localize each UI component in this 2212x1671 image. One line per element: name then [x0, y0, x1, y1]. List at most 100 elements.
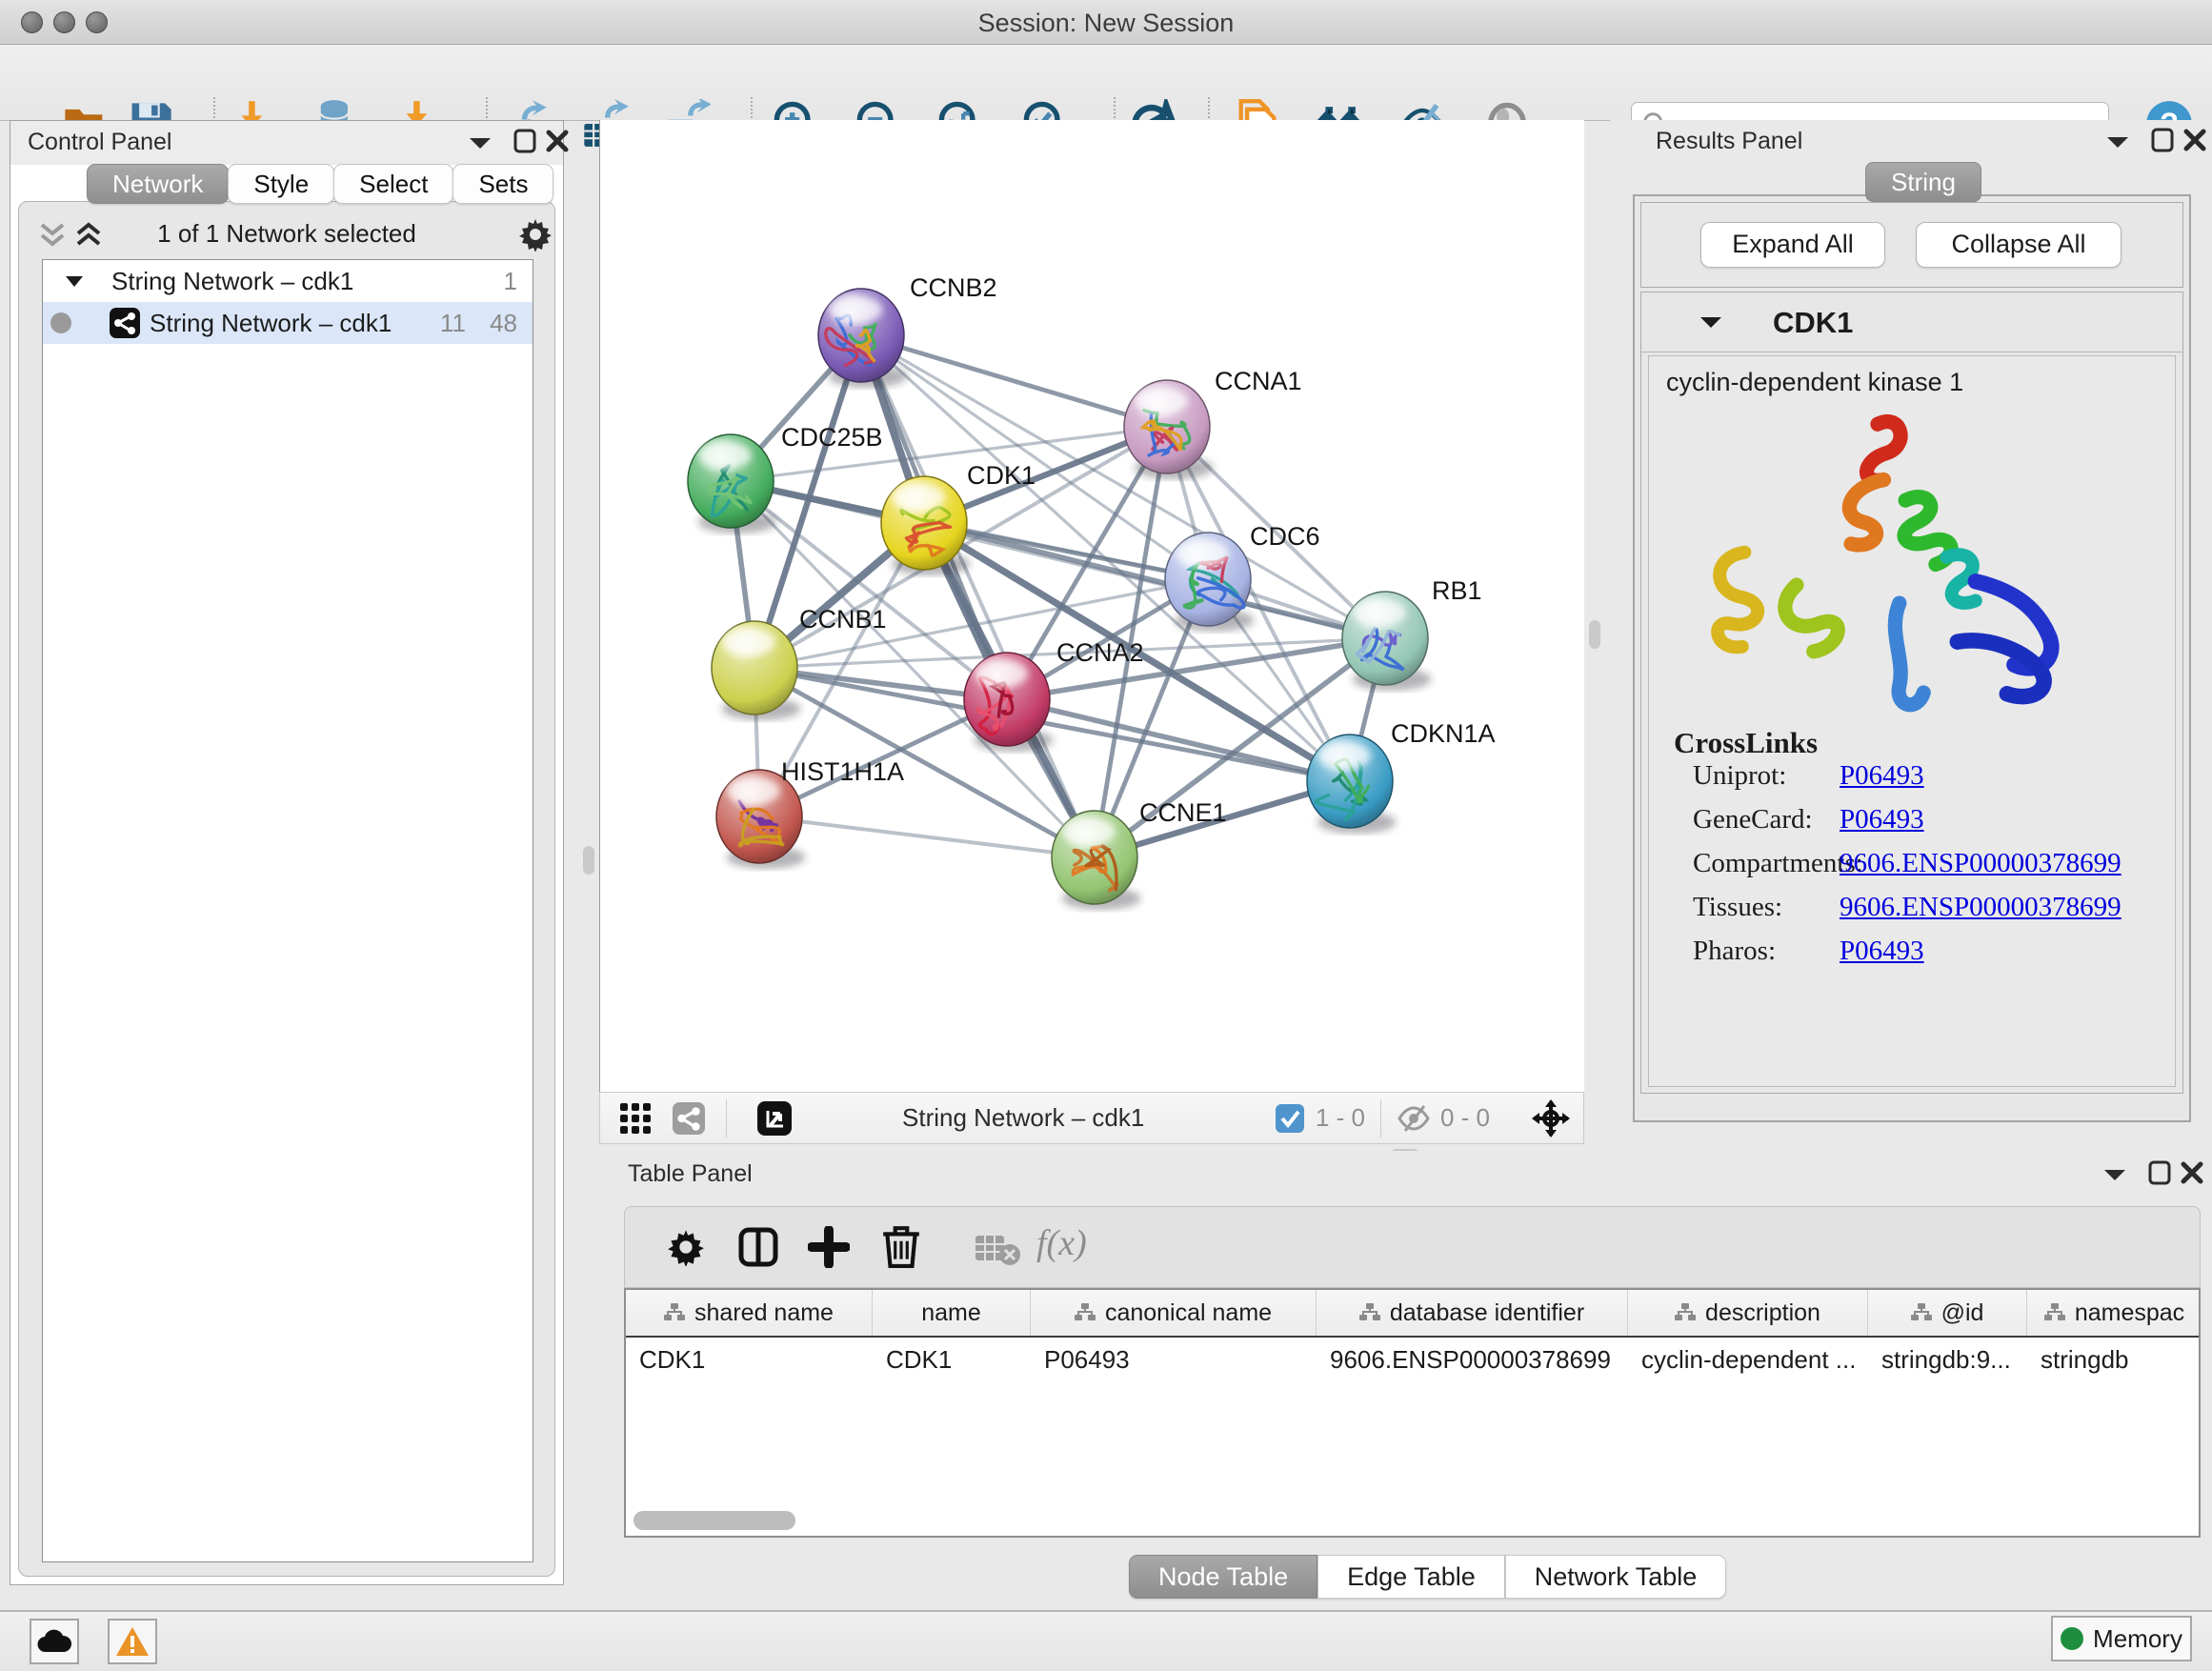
crosslink-label: Uniprot:: [1693, 760, 1786, 792]
panel-close-icon[interactable]: [2181, 1160, 2203, 1185]
network-list-toolbar: 1 of 1 Network selected: [19, 217, 554, 252]
network-node-CDKN1A[interactable]: CDKN1A: [1307, 719, 1496, 834]
tab-edge-table[interactable]: Edge Table: [1317, 1555, 1505, 1599]
column-header-label: database identifier: [1390, 1299, 1584, 1327]
table-panel-title: Table Panel: [628, 1160, 753, 1188]
panel-collapse-icon[interactable]: [468, 134, 493, 151]
tab-string-results[interactable]: String: [1865, 162, 1981, 202]
collapse-all-button[interactable]: Collapse All: [1916, 222, 2122, 268]
gene-name: CDK1: [1773, 306, 1853, 340]
warning-icon: [115, 1626, 150, 1657]
network-node-CDC25B[interactable]: CDC25B: [688, 423, 883, 534]
table-cell[interactable]: stringdb:9...: [1868, 1338, 2027, 1381]
right-splitter-grip[interactable]: [1589, 620, 1600, 649]
column-type-icon: [1359, 1303, 1380, 1322]
network-node-CCNA1[interactable]: CCNA1: [1124, 367, 1302, 479]
column-header-label: shared name: [694, 1299, 834, 1327]
network-share-gray-icon[interactable]: [673, 1102, 705, 1135]
network-node-HIST1H1A[interactable]: HIST1H1A: [716, 757, 904, 869]
column-header-namespac[interactable]: namespac: [2027, 1290, 2201, 1336]
section-collapse-icon[interactable]: [1699, 313, 1723, 331]
network-node-RB1[interactable]: RB1: [1342, 576, 1482, 691]
node-table-rows: CDK1CDK1P064939606.ENSP00000378699cyclin…: [626, 1338, 2199, 1381]
column-type-icon: [2044, 1303, 2065, 1322]
column-type-icon: [664, 1303, 685, 1322]
network-node-CCNB2[interactable]: CCNB2: [818, 273, 997, 388]
cloud-icon: [37, 1629, 71, 1654]
panel-float-icon[interactable]: [2148, 1160, 2171, 1185]
gene-section-header[interactable]: CDK1: [1641, 292, 2182, 352]
crosslink-link[interactable]: 9606.ENSP00000378699: [1840, 848, 2122, 879]
crosslink-link[interactable]: P06493: [1840, 936, 1924, 967]
table-cell[interactable]: CDK1: [873, 1338, 1031, 1381]
add-column-icon[interactable]: [808, 1226, 850, 1268]
network-view-canvas[interactable]: CCNB2CCNA1CDC25BCDK1CDC6RB1CCNB1CCNA2CDK…: [599, 120, 1584, 1092]
panel-float-icon[interactable]: [2151, 128, 2174, 152]
panel-float-icon[interactable]: [513, 129, 536, 153]
table-cell[interactable]: stringdb: [2027, 1338, 2201, 1381]
column-header-shared-name[interactable]: shared name: [626, 1290, 873, 1336]
table-cell[interactable]: P06493: [1031, 1338, 1317, 1381]
crosslink-link[interactable]: P06493: [1840, 804, 1924, 836]
column-header--id[interactable]: @id: [1868, 1290, 2027, 1336]
show-columns-icon[interactable]: [737, 1226, 779, 1268]
crosslink-link[interactable]: P06493: [1840, 760, 1924, 792]
column-type-icon: [1075, 1303, 1096, 1322]
tab-network-table[interactable]: Network Table: [1505, 1555, 1727, 1599]
crosslink-link[interactable]: 9606.ENSP00000378699: [1840, 892, 2122, 923]
network-edge-CCNA2-CDKN1A[interactable]: [1007, 699, 1350, 781]
column-header-database-identifier[interactable]: database identifier: [1317, 1290, 1628, 1336]
network-row-selected[interactable]: String Network – cdk1 11 48: [43, 302, 533, 344]
network-node-CCNE1[interactable]: CCNE1: [1052, 798, 1227, 910]
function-builder-icon[interactable]: f(x): [1036, 1222, 1087, 1264]
crosslink-label: Compartments:: [1693, 848, 1863, 879]
cloud-status-button[interactable]: [30, 1619, 79, 1664]
panel-collapse-icon[interactable]: [2105, 133, 2130, 151]
network-edge-CCNE1-HIST1H1A[interactable]: [759, 816, 1095, 857]
warning-status-button[interactable]: [108, 1619, 157, 1664]
gear-icon[interactable]: [518, 217, 553, 252]
tab-select[interactable]: Select: [333, 164, 453, 204]
table-cell[interactable]: cyclin-dependent ...: [1628, 1338, 1868, 1381]
panel-close-icon[interactable]: [546, 129, 569, 153]
hidden-eye-icon[interactable]: [1397, 1104, 1431, 1133]
window-title: Session: New Session: [0, 9, 2212, 38]
panel-collapse-icon[interactable]: [2102, 1166, 2127, 1183]
tab-network[interactable]: Network: [87, 164, 229, 204]
column-header-name[interactable]: name: [873, 1290, 1031, 1336]
table-cell[interactable]: CDK1: [626, 1338, 873, 1381]
memory-button[interactable]: Memory: [2051, 1616, 2192, 1661]
table-cell[interactable]: 9606.ENSP00000378699: [1317, 1338, 1628, 1381]
column-header-canonical-name[interactable]: canonical name: [1031, 1290, 1317, 1336]
crosslink-row: Compartments: 9606.ENSP00000378699: [1649, 848, 2175, 892]
node-label-CDC25B: CDC25B: [781, 423, 883, 452]
column-header-description[interactable]: description: [1628, 1290, 1868, 1336]
string-network-graph[interactable]: CCNB2CCNA1CDC25BCDK1CDC6RB1CCNB1CCNA2CDK…: [600, 120, 1583, 1090]
network-edge-CCNB2-CCNA1[interactable]: [861, 335, 1167, 427]
status-bar: Memory: [0, 1610, 2212, 1671]
tab-style[interactable]: Style: [228, 164, 334, 204]
delete-column-trash-icon[interactable]: [880, 1224, 922, 1268]
node-table[interactable]: shared name namecanonical name database id…: [624, 1288, 2201, 1538]
delete-table-icon[interactable]: [974, 1232, 1021, 1266]
node-label-CDKN1A: CDKN1A: [1391, 719, 1496, 748]
node-label-RB1: RB1: [1432, 576, 1482, 605]
pan-crosshair-icon[interactable]: [1532, 1099, 1570, 1137]
horizontal-scrollbar-thumb[interactable]: [633, 1511, 795, 1530]
open-in-new-window-icon[interactable]: [757, 1101, 792, 1136]
control-panel: Control Panel Network Style Select Sets …: [10, 120, 564, 1585]
network-collection-row[interactable]: String Network – cdk1 1: [43, 260, 533, 302]
table-gear-icon[interactable]: [667, 1228, 705, 1266]
birds-eye-grid-icon[interactable]: [619, 1102, 652, 1135]
left-splitter-grip[interactable]: [583, 846, 594, 875]
tab-sets[interactable]: Sets: [452, 164, 553, 204]
selected-checkbox-icon[interactable]: [1276, 1104, 1304, 1133]
expand-all-button[interactable]: Expand All: [1700, 222, 1885, 268]
network-selected-status: 1 of 1 Network selected: [19, 219, 554, 249]
table-row[interactable]: CDK1CDK1P064939606.ENSP00000378699cyclin…: [626, 1338, 2199, 1381]
network-label: String Network – cdk1: [150, 309, 392, 338]
network-share-icon: [110, 308, 140, 338]
tab-node-table[interactable]: Node Table: [1129, 1555, 1317, 1599]
panel-close-icon[interactable]: [2183, 128, 2206, 152]
tree-expander-icon[interactable]: [64, 273, 85, 289]
